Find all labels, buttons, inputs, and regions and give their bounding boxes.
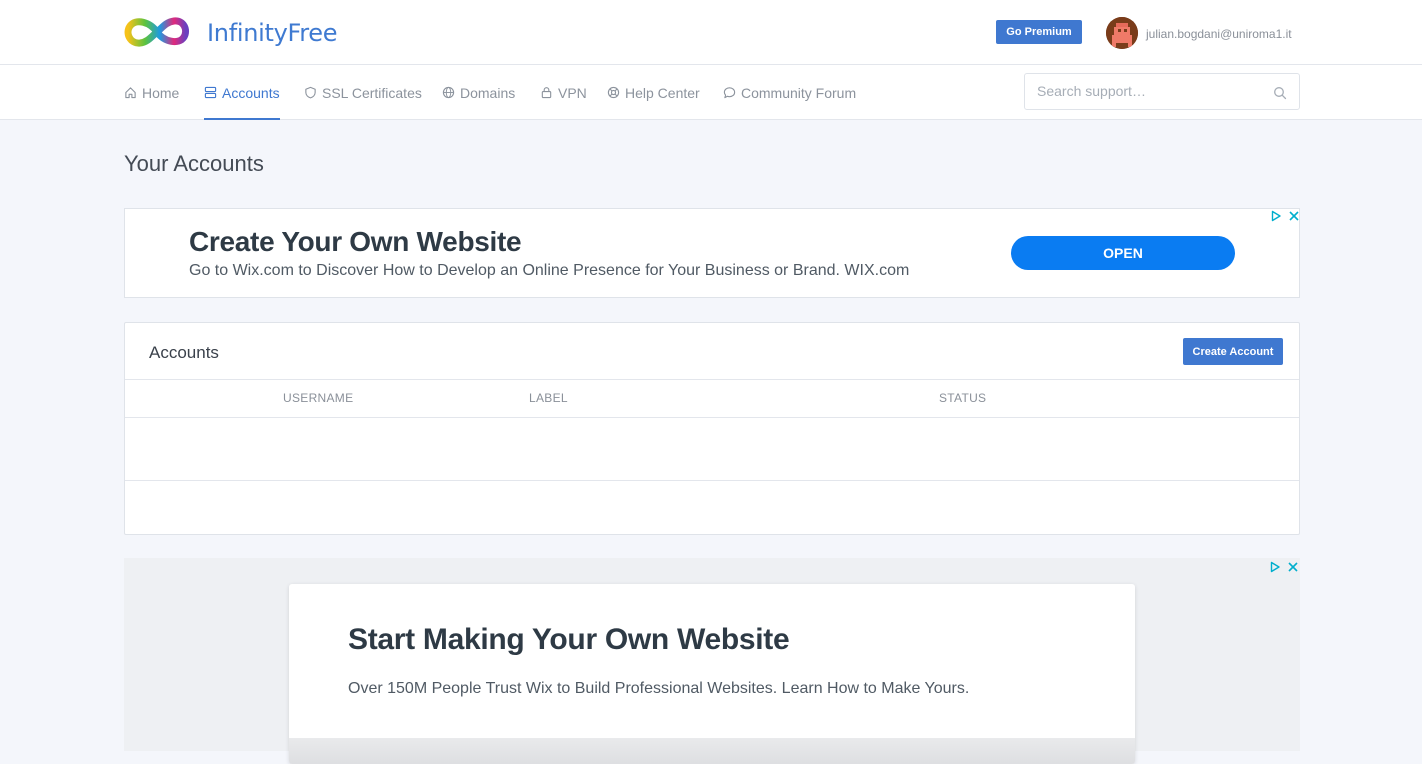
divider [125,417,1299,418]
globe-icon [442,86,455,99]
accounts-panel: Accounts Create Account USERNAME LABEL S… [124,322,1300,535]
ad-subtitle[interactable]: Go to Wix.com to Discover How to Develop… [189,262,909,280]
lifebuoy-icon [607,86,620,99]
nav-item-ssl-certificates[interactable]: SSL Certificates [304,65,422,120]
nav-label: Domains [460,84,516,101]
nav-label: Accounts [222,84,280,101]
adchoices-play-icon[interactable] [1269,561,1281,573]
search-box [1024,73,1300,110]
ad-title[interactable]: Create Your Own Website [189,226,522,258]
nav-item-home[interactable]: Home [124,65,179,120]
ad-banner-top[interactable]: Create Your Own Website Go to Wix.com to… [124,208,1300,298]
main-nav: Home Accounts SSL Certificates Domains V… [0,65,1422,120]
avatar-pixel-icon [1106,17,1138,49]
brand-name[interactable]: InfinityFree [207,19,338,47]
nav-label: Community Forum [741,84,857,101]
close-icon[interactable] [1288,210,1300,222]
divider [125,379,1299,380]
ad-card[interactable]: Start Making Your Own Website Over 150M … [289,584,1135,764]
search-icon[interactable] [1273,86,1287,100]
ad-choices[interactable] [1269,561,1299,573]
nav-label: Help Center [625,84,700,101]
nav-item-community-forum[interactable]: Community Forum [723,65,856,120]
nav-label: SSL Certificates [322,84,422,101]
avatar[interactable] [1106,17,1138,49]
nav-item-vpn[interactable]: VPN [540,65,587,120]
column-header-label: LABEL [529,391,568,405]
ad-title[interactable]: Start Making Your Own Website [348,623,790,657]
chat-bubble-icon [723,87,736,99]
ad-choices[interactable] [1270,210,1300,222]
nav-item-accounts[interactable]: Accounts [204,65,280,120]
nav-label: Home [142,84,180,101]
ad-banner-bottom[interactable]: Start Making Your Own Website Over 150M … [124,558,1300,764]
column-header-username: USERNAME [283,391,354,405]
create-account-button[interactable]: Create Account [1183,338,1283,365]
page-title: Your Accounts [124,151,264,176]
infinityfree-logo[interactable] [124,14,190,50]
search-input[interactable] [1037,83,1267,99]
ad-open-button[interactable]: OPEN [1011,236,1235,270]
panel-title: Accounts [149,343,219,362]
shield-icon [305,86,316,99]
close-icon[interactable] [1287,561,1299,573]
nav-item-domains[interactable]: Domains [442,65,515,120]
ad-subtitle[interactable]: Over 150M People Trust Wix to Build Prof… [348,680,969,698]
adchoices-play-icon[interactable] [1270,210,1282,222]
nav-item-help-center[interactable]: Help Center [607,65,700,120]
column-header-status: STATUS [939,391,987,405]
lock-icon [541,87,552,99]
top-header: InfinityFree Go Premium julian.bogdani@u… [0,0,1422,65]
home-icon [125,87,136,99]
go-premium-button[interactable]: Go Premium [996,20,1082,44]
server-icon [204,86,217,99]
user-email[interactable]: julian.bogdani@uniroma1.it [1146,27,1292,41]
ad-image-preview[interactable] [289,738,1135,764]
nav-label: VPN [558,84,587,101]
divider [125,480,1299,481]
